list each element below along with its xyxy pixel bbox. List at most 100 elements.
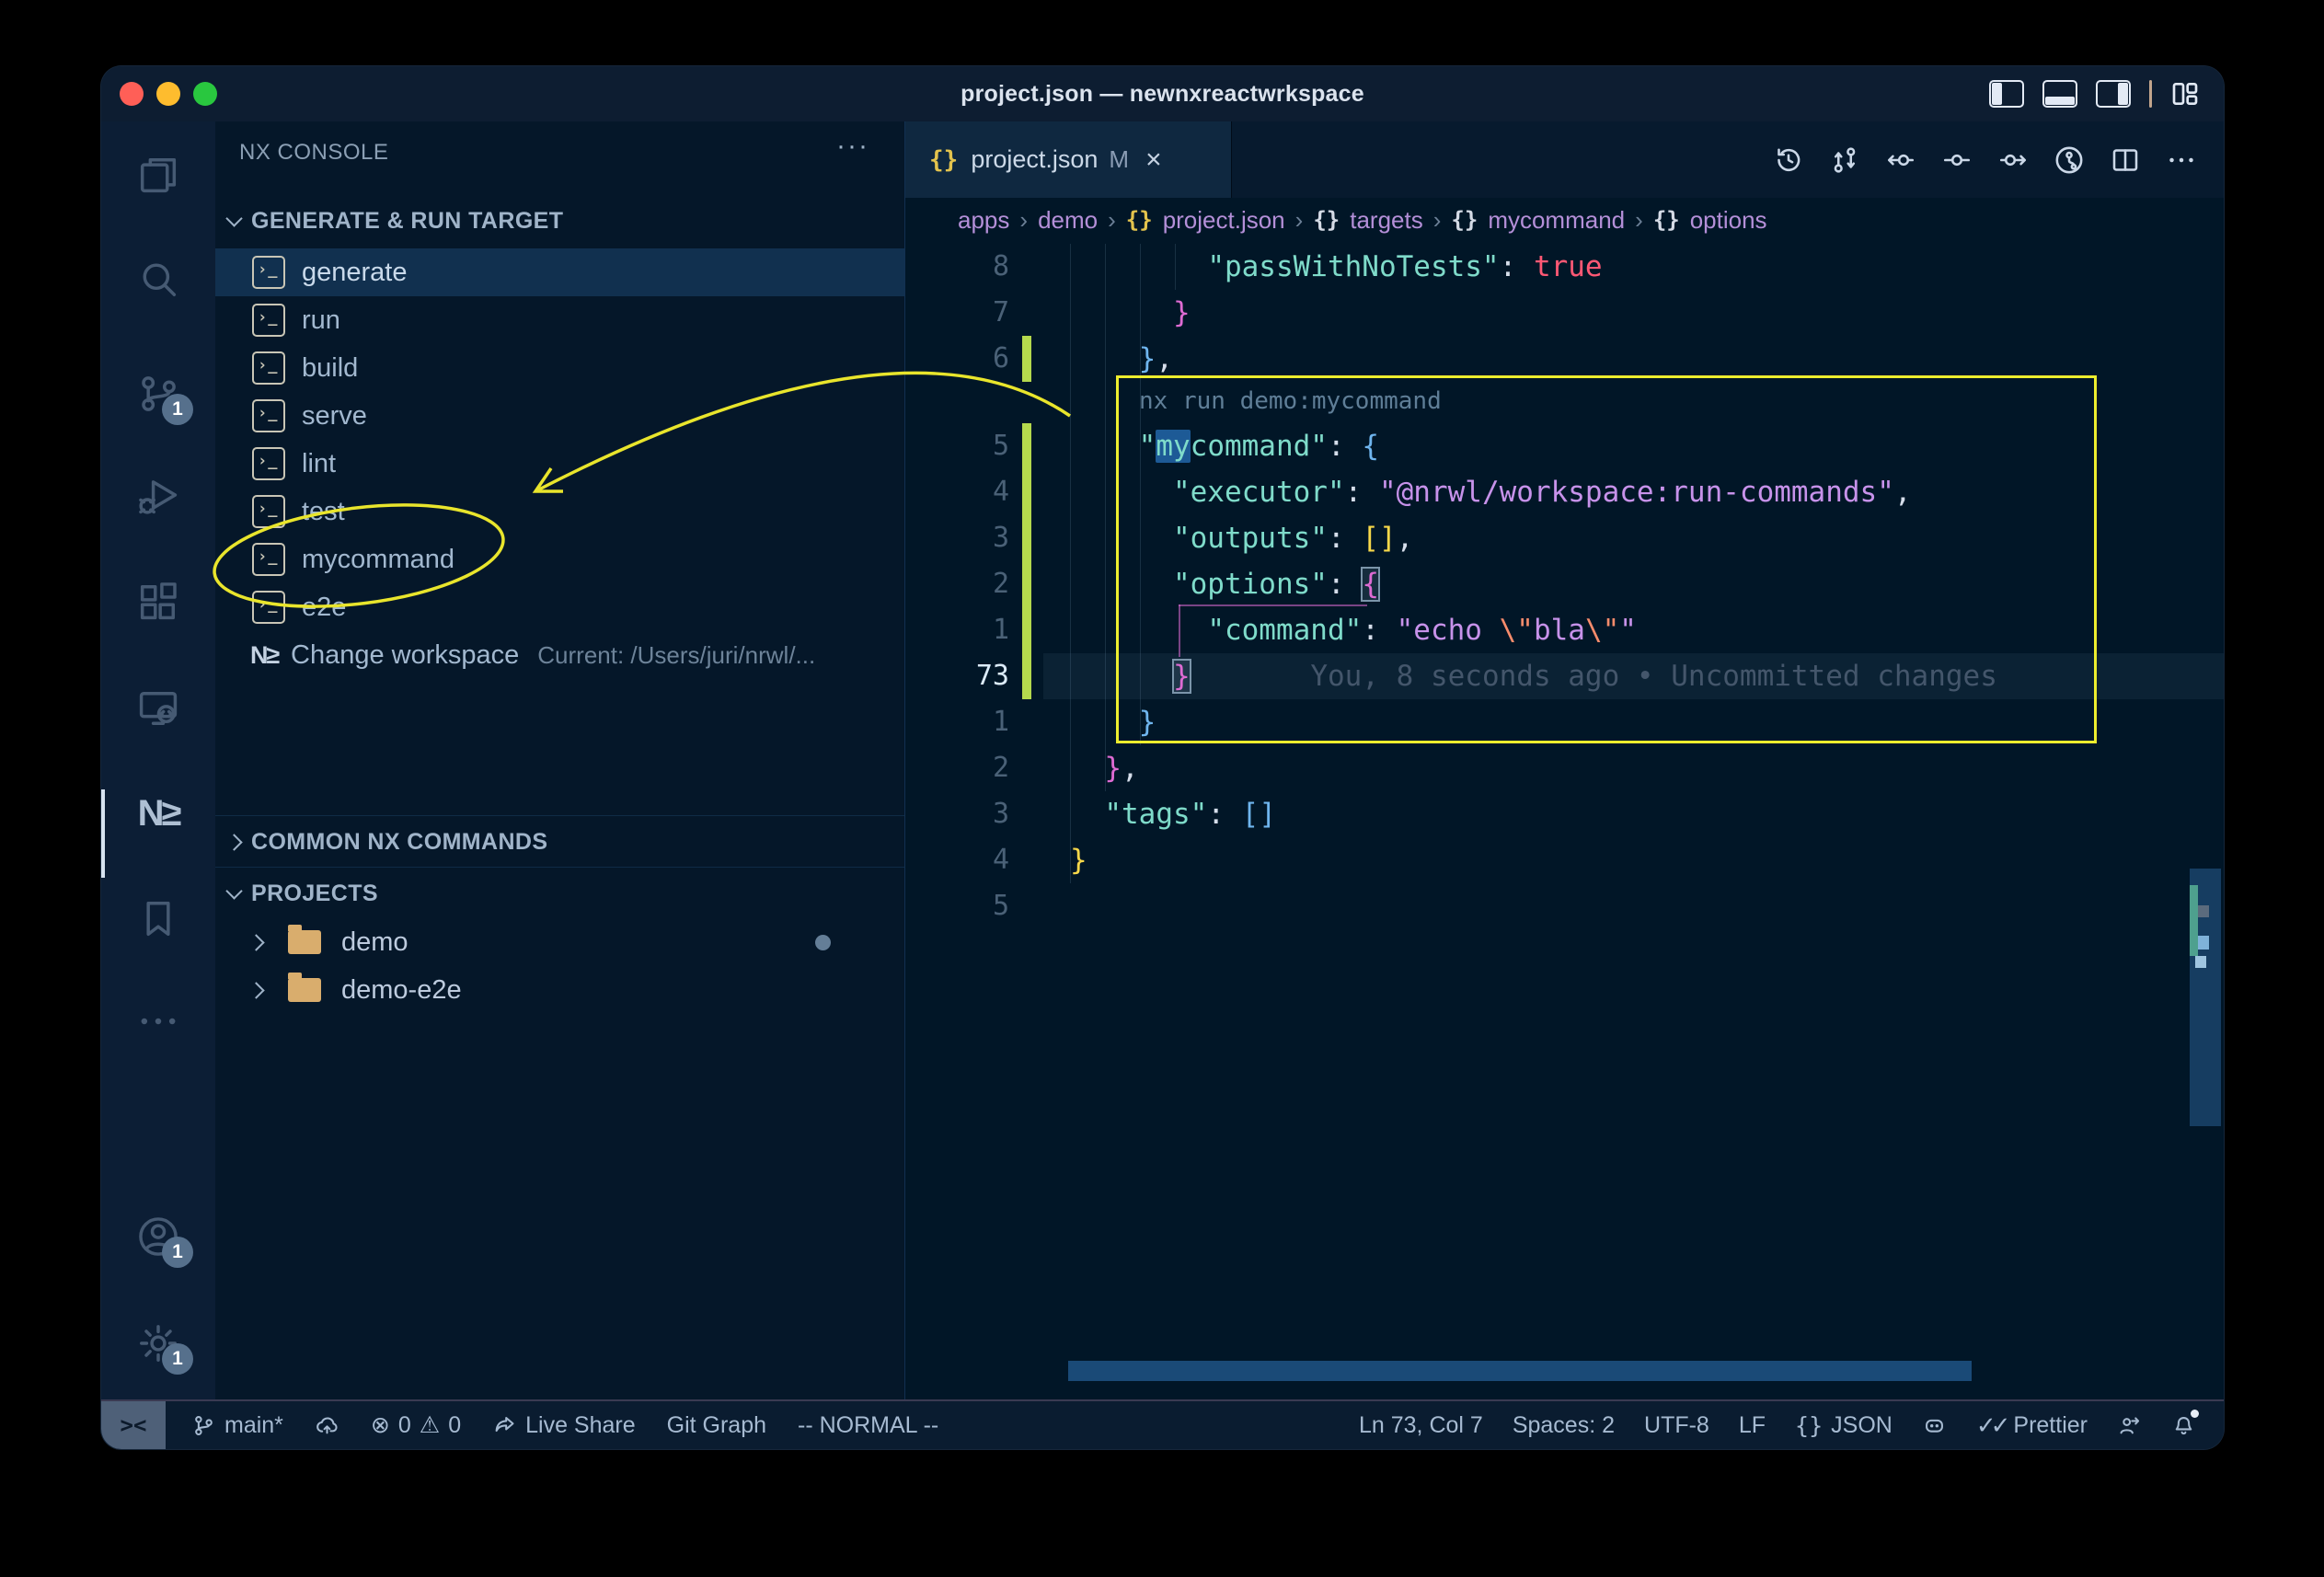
json-braces-icon: {}	[929, 146, 958, 174]
split-editor-icon[interactable]	[2109, 144, 2142, 177]
bookmark-icon[interactable]	[134, 894, 182, 942]
breadcrumb-item-apps[interactable]: apps	[958, 206, 1009, 235]
copilot-item[interactable]	[1922, 1413, 1947, 1438]
code-line[interactable]: 4 "executor": "@nrwl/workspace:run-comma…	[905, 469, 2224, 515]
code-line-text: "mycommand": {	[1070, 423, 1379, 469]
change-workspace-item[interactable]: N≥ Change workspace Current: /Users/juri…	[215, 631, 904, 679]
settings-gear-icon[interactable]: 1	[134, 1319, 182, 1367]
window-title: project.json — newnxreactwrkspace	[101, 66, 2224, 121]
section-projects[interactable]: PROJECTS	[215, 869, 904, 918]
target-item-lint[interactable]: lint	[215, 440, 904, 488]
error-icon: ⊗	[371, 1411, 390, 1439]
language-mode-item[interactable]: {} JSON	[1795, 1412, 1893, 1439]
code-line[interactable]: 8 "passWithNoTests": true	[905, 244, 2224, 290]
more-views-icon[interactable]	[134, 997, 182, 1045]
more-actions-icon[interactable]	[2165, 144, 2198, 177]
eol-item[interactable]: LF	[1739, 1412, 1766, 1439]
code-line[interactable]: 3 "outputs": [],	[905, 515, 2224, 561]
live-share-item[interactable]: Live Share	[492, 1412, 636, 1439]
nx-console-sidebar: NX CONSOLE ··· GENERATE & RUN TARGET gen…	[215, 121, 905, 1401]
code-line[interactable]: 73 } You, 8 seconds ago • Uncommitted ch…	[905, 653, 2224, 699]
encoding-item[interactable]: UTF-8	[1644, 1412, 1709, 1439]
customize-layout-icon[interactable]	[2170, 79, 2200, 109]
code-editor[interactable]: 8 "passWithNoTests": true7 }6 },nx run d…	[905, 242, 2224, 1401]
chevron-right-icon	[247, 982, 264, 998]
project-item-demo[interactable]: demo	[215, 918, 904, 966]
notifications-item[interactable]	[2171, 1413, 2196, 1438]
git-graph-item[interactable]: Git Graph	[667, 1412, 766, 1439]
target-item-run[interactable]: run	[215, 296, 904, 344]
code-line-text: "passWithNoTests": true	[1070, 244, 1603, 290]
code-line[interactable]: 1 "command": "echo \"bla\""	[905, 607, 2224, 653]
close-tab-icon[interactable]: ×	[1145, 144, 1162, 176]
timeline-history-icon[interactable]	[1772, 144, 1805, 177]
indentation-item[interactable]: Spaces: 2	[1513, 1412, 1615, 1439]
breadcrumb-separator: ›	[1635, 206, 1643, 235]
target-label: test	[302, 497, 345, 527]
line-number: 73	[933, 653, 1009, 699]
breadcrumb-item-project-json[interactable]: project.json	[1163, 206, 1285, 235]
line-number: 8	[933, 244, 1009, 290]
toggle-secondary-sidebar-icon[interactable]	[2096, 80, 2131, 108]
feedback-item[interactable]	[2117, 1413, 2142, 1438]
target-label: lint	[302, 449, 336, 479]
target-item-e2e[interactable]: e2e	[215, 583, 904, 631]
source-control-icon[interactable]: 1	[134, 370, 182, 418]
target-item-generate[interactable]: generate	[215, 248, 904, 296]
code-line[interactable]: 2 "options": {	[905, 561, 2224, 607]
code-line[interactable]: 5	[905, 883, 2224, 929]
code-line[interactable]: 7 }	[905, 290, 2224, 336]
sidebar-more-actions-icon[interactable]: ···	[836, 131, 869, 162]
compare-changes-icon[interactable]	[1828, 144, 1861, 177]
target-item-serve[interactable]: serve	[215, 392, 904, 440]
sync-changes-item[interactable]	[315, 1413, 339, 1438]
remote-explorer-icon[interactable]	[134, 685, 182, 732]
target-item-test[interactable]: test	[215, 488, 904, 535]
tab-project-json[interactable]: {} project.json M ×	[905, 121, 1232, 198]
account-icon[interactable]: 1	[134, 1213, 182, 1260]
code-line[interactable]: 1 }	[905, 699, 2224, 745]
vim-mode-indicator[interactable]: -- NORMAL --	[798, 1412, 938, 1439]
nx-console-icon[interactable]: N≥	[134, 789, 182, 837]
breadcrumb-item-options[interactable]: options	[1690, 206, 1767, 235]
target-item-build[interactable]: build	[215, 344, 904, 392]
remote-indicator[interactable]: ><	[101, 1401, 166, 1449]
breadcrumb-separator: ›	[1295, 206, 1304, 235]
explorer-icon[interactable]	[134, 151, 182, 199]
next-change-icon[interactable]	[1996, 144, 2030, 177]
bracket-pair-guide	[1179, 604, 1367, 606]
section-common-nx-commands[interactable]: COMMON NX COMMANDS	[215, 817, 904, 867]
previous-change-icon[interactable]	[1884, 144, 1917, 177]
git-graph-view-icon[interactable]	[2053, 144, 2086, 177]
open-change-icon[interactable]	[1940, 144, 1973, 177]
problems-item[interactable]: ⊗ 0 ⚠ 0	[371, 1411, 461, 1439]
settings-badge: 1	[162, 1343, 193, 1375]
tab-bar: {} project.json M ×	[905, 121, 2224, 198]
extensions-icon[interactable]	[134, 578, 182, 626]
project-item-demo-e2e[interactable]: demo-e2e	[215, 966, 904, 1014]
search-icon[interactable]	[134, 256, 182, 304]
code-line[interactable]: 6 },	[905, 336, 2224, 382]
code-lens-run-command[interactable]: nx run demo:mycommand	[1139, 382, 1442, 420]
toggle-sidebar-icon[interactable]	[1989, 80, 2024, 108]
git-branch-item[interactable]: main*	[191, 1412, 283, 1439]
activity-bar: 1 N≥ 1	[101, 121, 215, 1401]
section-generate-run-target[interactable]: GENERATE & RUN TARGET	[215, 202, 904, 239]
line-number: 4	[933, 837, 1009, 883]
toggle-panel-icon[interactable]	[2042, 80, 2077, 108]
target-item-mycommand[interactable]: mycommand	[215, 535, 904, 583]
warning-icon: ⚠	[420, 1411, 440, 1439]
code-line[interactable]: 5 "mycommand": {	[905, 423, 2224, 469]
prettier-item[interactable]: ✓✓ Prettier	[1976, 1411, 2088, 1440]
horizontal-scrollbar[interactable]	[1068, 1361, 1972, 1381]
code-line[interactable]: 3 "tags": []	[905, 791, 2224, 837]
breadcrumb-item-mycommand[interactable]: mycommand	[1488, 206, 1625, 235]
double-check-icon: ✓✓	[1976, 1411, 2006, 1440]
breadcrumb-item-targets[interactable]: targets	[1350, 206, 1423, 235]
run-debug-icon[interactable]	[134, 471, 182, 519]
breadcrumb-separator: ›	[1433, 206, 1442, 235]
breadcrumb-item-demo[interactable]: demo	[1038, 206, 1098, 235]
cursor-position-item[interactable]: Ln 73, Col 7	[1359, 1412, 1483, 1439]
code-line[interactable]: 2 },	[905, 745, 2224, 791]
code-line[interactable]: 4}	[905, 837, 2224, 883]
